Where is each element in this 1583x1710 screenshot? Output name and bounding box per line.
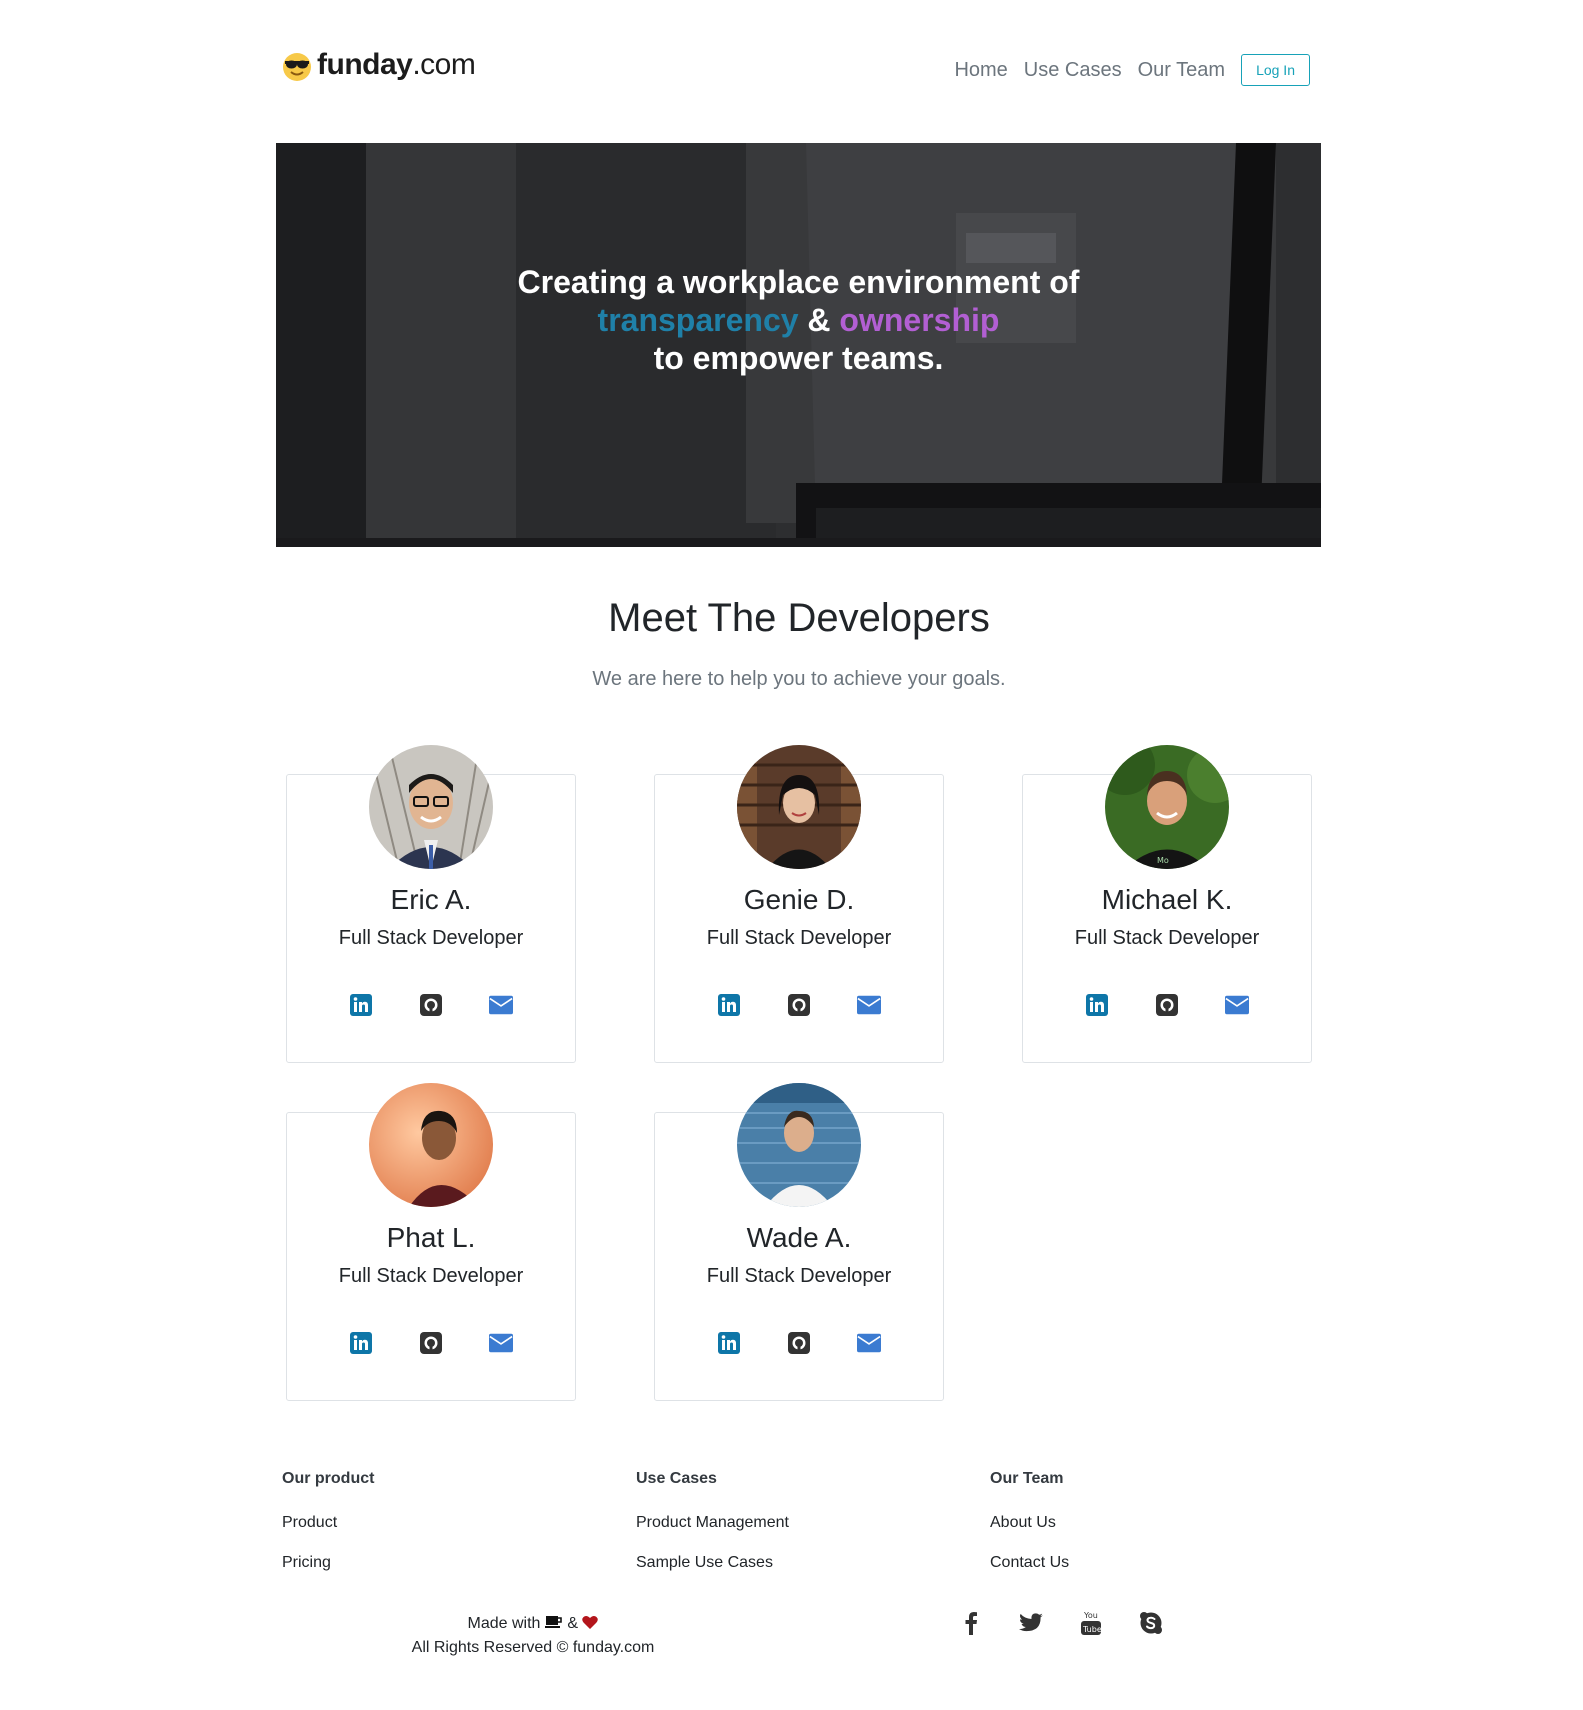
developer-name: Wade A. [746, 1222, 852, 1253]
copyright-text: All Rights Reserved © funday.com [411, 1639, 655, 1656]
developer-card: Eric A. Full Stack Developer [286, 745, 576, 1063]
made-with-text: Made with [467, 1615, 541, 1632]
developer-role: Full Stack Developer [338, 1265, 524, 1287]
developer-name: Genie D. [743, 884, 855, 915]
developer-name: Eric A. [390, 884, 472, 915]
footer-heading: Our product [282, 1470, 375, 1487]
logo-text-bold: funday [317, 48, 413, 81]
footer-credits: Made with & All Rights Reserved © funday… [390, 1612, 676, 1660]
linkedin-icon[interactable] [717, 1331, 741, 1355]
developer-card: Genie D. Full Stack Developer [654, 745, 944, 1063]
facebook-icon[interactable] [957, 1609, 985, 1637]
developer-links [287, 993, 575, 1017]
nav-our-team-link[interactable]: Our Team [1138, 59, 1225, 82]
svg-text:Mo: Mo [1157, 856, 1169, 865]
envelope-icon[interactable] [1225, 993, 1249, 1017]
developer-card: Phat L. Full Stack Developer [286, 1083, 576, 1401]
developer-card: Wade A. Full Stack Developer [654, 1083, 944, 1401]
github-icon[interactable] [787, 1331, 811, 1355]
footer-link-product[interactable]: Product [282, 1512, 582, 1552]
nav-use-cases-link[interactable]: Use Cases [1024, 59, 1122, 82]
section-subtitle: We are here to help you to achieve your … [592, 668, 1006, 690]
developer-name: Michael K. [1101, 884, 1233, 915]
developer-avatar: Mo [1105, 745, 1229, 869]
github-icon[interactable] [419, 993, 443, 1017]
linkedin-icon[interactable] [1085, 993, 1109, 1017]
hero-line-1: Creating a workplace environment of [517, 264, 1080, 300]
developer-card: Mo Michael K. Full Stack Developer [1022, 745, 1312, 1063]
envelope-icon[interactable] [857, 1331, 881, 1355]
github-icon[interactable] [787, 993, 811, 1017]
linkedin-icon[interactable] [349, 1331, 373, 1355]
brand-logo[interactable]: funday .com [282, 48, 476, 82]
developer-avatar [737, 1083, 861, 1207]
footer-heading: Use Cases [636, 1470, 717, 1487]
social-links: You Tube [957, 1609, 1197, 1637]
section-title: Meet The Developers [608, 596, 990, 640]
linkedin-icon[interactable] [349, 993, 373, 1017]
skype-icon[interactable] [1137, 1609, 1165, 1637]
developer-links [655, 1331, 943, 1355]
hero-headline: Creating a workplace environment of tran… [276, 263, 1321, 377]
footer-column-product: Our product Product Pricing [282, 1470, 582, 1592]
hero-line-3: to empower teams. [653, 340, 944, 376]
youtube-icon[interactable]: You Tube [1077, 1609, 1105, 1637]
twitter-icon[interactable] [1017, 1609, 1045, 1637]
hero-word-ownership: ownership [839, 302, 1000, 338]
hero-line-2: transparency & ownership [276, 301, 1321, 339]
footer-link-about-us[interactable]: About Us [990, 1512, 1290, 1552]
heart-icon [582, 1615, 599, 1629]
footer-link-contact-us[interactable]: Contact Us [990, 1552, 1290, 1592]
github-icon[interactable] [419, 1331, 443, 1355]
top-navbar: funday .com Home Use Cases Our Team Log I… [282, 48, 1310, 96]
logo-text-domain: .com [412, 48, 476, 81]
made-with-ampersand: & [567, 1615, 579, 1632]
developer-role: Full Stack Developer [706, 1265, 892, 1287]
nav-home-link[interactable]: Home [954, 59, 1007, 82]
envelope-icon[interactable] [489, 1331, 513, 1355]
nav-links: Home Use Cases Our Team Log In [954, 54, 1310, 86]
footer-column-our-team: Our Team About Us Contact Us [990, 1470, 1290, 1592]
hero-banner: Creating a workplace environment of tran… [276, 143, 1321, 547]
sunglasses-emoji-icon [283, 53, 311, 81]
hero-ampersand: & [798, 302, 840, 338]
developer-role: Full Stack Developer [1074, 927, 1260, 949]
made-with-line: Made with & [390, 1612, 676, 1636]
developer-links [287, 1331, 575, 1355]
footer-link-pricing[interactable]: Pricing [282, 1552, 582, 1592]
footer-link-product-management[interactable]: Product Management [636, 1512, 936, 1552]
footer-heading: Our Team [990, 1470, 1064, 1487]
developer-avatar [737, 745, 861, 869]
developer-avatar [369, 1083, 493, 1207]
developer-avatar [369, 745, 493, 869]
hero-word-transparency: transparency [597, 302, 799, 338]
envelope-icon[interactable] [489, 993, 513, 1017]
footer-link-sample-use-cases[interactable]: Sample Use Cases [636, 1552, 936, 1592]
developer-links [1023, 993, 1311, 1017]
github-icon[interactable] [1155, 993, 1179, 1017]
envelope-icon[interactable] [857, 993, 881, 1017]
login-button[interactable]: Log In [1241, 54, 1310, 86]
footer-column-use-cases: Use Cases Product Management Sample Use … [636, 1470, 936, 1592]
linkedin-icon[interactable] [717, 993, 741, 1017]
svg-text:Tube: Tube [1082, 1625, 1102, 1634]
developer-links [655, 993, 943, 1017]
developer-name: Phat L. [386, 1222, 476, 1253]
svg-text:You: You [1083, 1611, 1098, 1620]
developer-role: Full Stack Developer [706, 927, 892, 949]
coffee-icon [544, 1616, 562, 1628]
developer-role: Full Stack Developer [338, 927, 524, 949]
